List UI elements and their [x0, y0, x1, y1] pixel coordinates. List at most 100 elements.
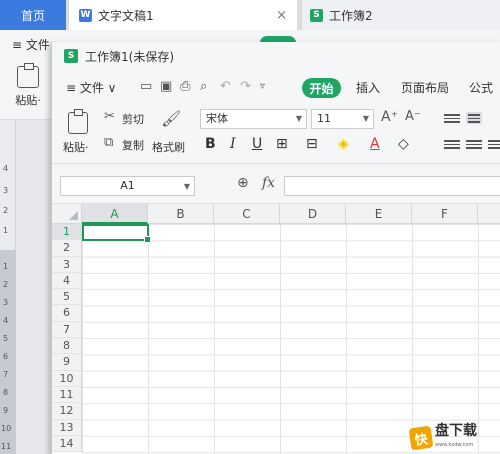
- row-header[interactable]: 14: [52, 435, 82, 453]
- tab-start[interactable]: 开始: [302, 78, 341, 98]
- cell-area[interactable]: [82, 224, 500, 454]
- tab-page-layout[interactable]: 页面布局: [401, 79, 449, 96]
- tab-workbook-2[interactable]: S 工作簿2: [302, 0, 500, 30]
- back-paste-label: 粘贴·: [15, 94, 41, 107]
- ruler-number: 1: [3, 262, 9, 271]
- print-preview-icon[interactable]: ⎙: [180, 79, 190, 94]
- font-family-value: 宋体: [206, 112, 228, 125]
- ruler-number: 11: [1, 442, 12, 451]
- tab-document-1[interactable]: W 文字文稿1 ×: [69, 0, 297, 30]
- column-header-a[interactable]: A: [82, 204, 148, 224]
- row-header[interactable]: 10: [52, 370, 82, 387]
- tab-insert[interactable]: 插入: [356, 79, 380, 96]
- ruler-number: 2: [3, 206, 9, 215]
- ruler-number: 10: [1, 424, 12, 433]
- paste-icon[interactable]: [68, 109, 88, 134]
- font-color-icon[interactable]: A: [370, 136, 380, 152]
- clear-format-icon[interactable]: ◇: [398, 136, 409, 152]
- format-painter-icon[interactable]: 🖌: [161, 109, 181, 128]
- chevron-down-icon: ▼: [295, 114, 302, 123]
- tab-bar: 首页 W 文字文稿1 × S 工作簿2: [0, 0, 500, 30]
- underline-button[interactable]: U: [252, 136, 262, 152]
- row-header[interactable]: 4: [52, 272, 82, 290]
- font-family-select[interactable]: 宋体 ▼: [200, 109, 307, 129]
- back-file-menu[interactable]: ≡ 文件: [12, 36, 50, 53]
- clipboard-icon: [17, 63, 39, 88]
- spreadsheet-doc-icon: S: [64, 49, 78, 63]
- border-icon[interactable]: ⊞: [276, 136, 288, 152]
- watermark-text: 盘下载 www.kxdw.com: [435, 424, 477, 452]
- spreadsheet-window: S 工作簿1(未保存) ≡ 文件 ∨ ▭ ▣ ⎙ ⌕ ↶ ↷ ▿ 开始 插入 页…: [51, 42, 500, 454]
- active-cell-a1[interactable]: [82, 224, 151, 243]
- paste-button[interactable]: 粘贴·: [63, 139, 89, 155]
- column-header-b[interactable]: B: [148, 204, 214, 224]
- row-header[interactable]: 1: [52, 224, 82, 241]
- bold-button[interactable]: B: [205, 136, 216, 152]
- row-header[interactable]: 6: [52, 305, 82, 322]
- ruler-number: 7: [3, 370, 9, 379]
- shrink-font-button[interactable]: A⁻: [405, 109, 421, 124]
- row-header[interactable]: 12: [52, 403, 82, 420]
- site-watermark: 快 盘下载 www.kxdw.com: [408, 424, 477, 452]
- cell-style-icon[interactable]: ⊟: [306, 136, 318, 152]
- ruler-number: 6: [3, 352, 9, 361]
- menu-bar: ≡ 文件 ∨ ▭ ▣ ⎙ ⌕ ↶ ↷ ▿ 开始 插入 页面布局 公式: [52, 70, 500, 106]
- cut-button[interactable]: 剪切: [122, 111, 144, 127]
- row-header[interactable]: 13: [52, 419, 82, 436]
- redo-icon[interactable]: ↷: [240, 79, 251, 94]
- row-header[interactable]: 11: [52, 386, 82, 404]
- scissors-icon[interactable]: ✂: [104, 109, 115, 124]
- ruler-number: 1: [3, 226, 9, 235]
- italic-button[interactable]: I: [230, 136, 236, 152]
- font-size-select[interactable]: 11 ▼: [311, 109, 374, 129]
- align-center-icon[interactable]: [466, 140, 482, 152]
- format-painter-button[interactable]: 格式刷: [152, 139, 185, 155]
- spreadsheet-grid[interactable]: A B C D E F 1 2 3 4 5 6 7 8 9 10 11 12 1…: [52, 204, 500, 454]
- row-header[interactable]: 5: [52, 289, 82, 306]
- ribbon-toolbar: 粘贴· ✂ 剪切 ⧉ 复制 🖌 格式刷 宋体 ▼ 11 ▼ A⁺ A⁻ B I …: [52, 106, 500, 164]
- undo-icon[interactable]: ↶: [220, 79, 231, 94]
- tab-home-label: 首页: [20, 8, 45, 23]
- fill-color-icon[interactable]: ◈: [338, 136, 349, 152]
- find-icon[interactable]: ⌕: [200, 79, 207, 94]
- row-header[interactable]: 7: [52, 321, 82, 339]
- chevron-down-icon: ▼: [362, 114, 369, 123]
- align-middle-icon[interactable]: [466, 112, 482, 124]
- column-header-c[interactable]: C: [214, 204, 280, 224]
- tab-home[interactable]: 首页: [0, 0, 66, 30]
- grow-font-button[interactable]: A⁺: [381, 109, 398, 125]
- save-icon[interactable]: ▣: [160, 79, 172, 94]
- formula-input[interactable]: [284, 176, 500, 196]
- align-top-icon[interactable]: [444, 114, 460, 126]
- column-header-e[interactable]: E: [346, 204, 412, 224]
- watermark-url: www.kxdw.com: [435, 442, 474, 448]
- align-left-icon[interactable]: [444, 140, 460, 152]
- copy-button[interactable]: 复制: [122, 137, 144, 153]
- insert-function-button[interactable]: fx: [262, 175, 275, 191]
- back-paste-button[interactable]: 粘贴·: [10, 63, 46, 108]
- chevron-down-icon: ▼: [183, 182, 190, 191]
- ruler-number: 8: [3, 388, 9, 397]
- spreadsheet-doc-icon: S: [310, 8, 323, 22]
- open-folder-icon[interactable]: ▭: [140, 79, 152, 94]
- name-box-value: A1: [120, 179, 135, 192]
- row-header[interactable]: 2: [52, 240, 82, 257]
- zoom-icon[interactable]: ⊕: [237, 175, 249, 191]
- align-right-icon[interactable]: [488, 140, 500, 152]
- close-icon[interactable]: ×: [276, 8, 287, 23]
- row-header[interactable]: 3: [52, 256, 82, 273]
- ruler-number: 4: [3, 164, 9, 173]
- column-header-g[interactable]: [478, 204, 500, 224]
- column-header-d[interactable]: D: [280, 204, 346, 224]
- column-header-f[interactable]: F: [412, 204, 478, 224]
- name-box[interactable]: A1 ▼: [60, 176, 195, 196]
- copy-icon[interactable]: ⧉: [104, 135, 113, 150]
- quick-access-dropdown-icon[interactable]: ▿: [260, 81, 265, 92]
- tab-formula[interactable]: 公式: [469, 79, 493, 96]
- row-header[interactable]: 8: [52, 338, 82, 355]
- formula-bar: A1 ▼ ⊕ fx: [52, 164, 500, 204]
- row-header[interactable]: 9: [52, 354, 82, 371]
- select-all-corner[interactable]: [52, 204, 82, 224]
- ruler-number: 5: [3, 334, 9, 343]
- file-menu[interactable]: ≡ 文件 ∨: [66, 79, 116, 96]
